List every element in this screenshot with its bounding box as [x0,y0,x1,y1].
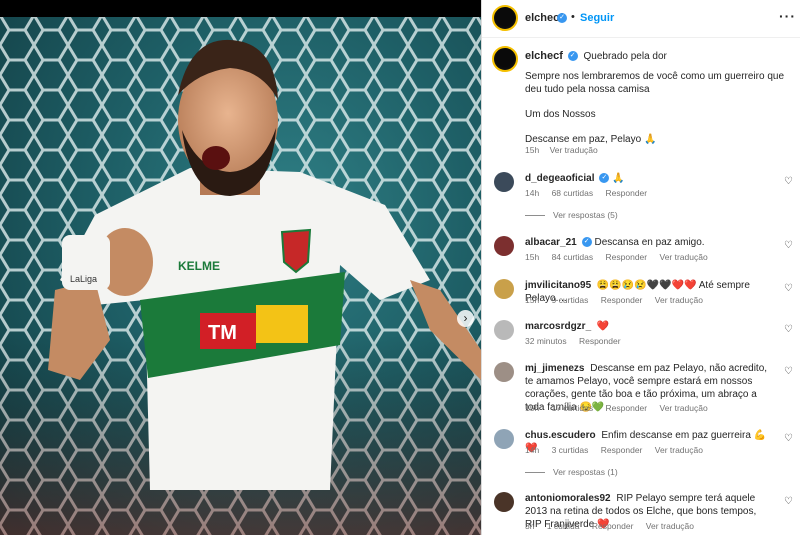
comment-body: Descansa en paz amigo. [594,237,705,248]
like-heart-icon[interactable]: ♡ [784,496,793,507]
comment-text: albacar_21 ✓ Descansa en paz amigo. [525,236,775,249]
reply-button[interactable]: Responder [606,188,648,198]
comment-meta: 15h 9 curtidas Responder Ver tradução [525,295,713,305]
sponsor-text: TM [208,322,237,344]
comment-username[interactable]: albacar_21 [525,237,577,248]
comment-username[interactable]: antoniomorales92 [525,493,611,504]
post-photo[interactable]: TM KELME LaLiga › [0,0,481,535]
comment-username[interactable]: mj_jimenezs [525,363,584,374]
mouth [202,146,230,170]
reply-button[interactable]: Responder [592,521,634,531]
comment-text: d_degeaoficial ✓ 🙏 [525,172,775,185]
comment-username[interactable]: marcosrdgzr_ [525,321,591,332]
translate-link[interactable]: Ver tradução [660,252,708,262]
comment-text: marcosrdgzr_ ❤️ [525,320,775,333]
more-options-icon[interactable]: ··· [779,8,796,24]
comment-username[interactable]: jmvilicitano95 [525,280,591,291]
like-heart-icon[interactable]: ♡ [784,240,793,251]
verified-icon: ✓ [567,51,578,62]
follow-button[interactable]: Seguir [580,12,614,24]
post-sidebar: elchecf ✓ • Seguir ··· elchecf ✓ Quebrad… [481,0,800,535]
comment-meta: 14h 68 curtidas Responder [525,188,657,198]
view-replies-button[interactable]: Ver respostas (1) [525,467,618,477]
comment-likes[interactable]: 68 curtidas [552,188,594,198]
comment-time[interactable]: 15h [525,252,539,262]
sponsor-yellow [256,305,308,343]
comment-time[interactable]: 15h [525,403,539,413]
view-replies-button[interactable]: Ver respostas (5) [525,210,618,220]
comment-body: 🙏 [612,173,625,184]
comment-likes[interactable]: 1 curtida [547,521,580,531]
like-heart-icon[interactable]: ♡ [784,324,793,335]
sleeve-badge: LaLiga [70,274,97,284]
reply-button[interactable]: Responder [601,445,643,455]
verified-icon: ✓ [599,173,610,184]
next-photo-button[interactable]: › [457,310,474,327]
comment-username[interactable]: chus.escudero [525,430,596,441]
comment-meta: 32 minutos Responder [525,336,631,346]
avatar[interactable] [494,362,514,382]
translate-link[interactable]: Ver tradução [660,403,708,413]
like-heart-icon[interactable]: ♡ [784,283,793,294]
comment-likes[interactable]: 84 curtidas [552,252,594,262]
avatar[interactable] [492,46,518,72]
translate-link[interactable]: Ver tradução [655,295,703,305]
comment-time[interactable]: 14h [525,445,539,455]
comment-meta: 15h 17 curtidas Responder Ver tradução [525,403,718,413]
translate-link[interactable]: Ver tradução [550,145,598,155]
comment-meta: 14h 3 curtidas Responder Ver tradução [525,445,713,455]
comment-likes[interactable]: 9 curtidas [552,295,589,305]
avatar[interactable] [492,5,518,31]
reply-button[interactable]: Responder [579,336,621,346]
reply-button[interactable]: Responder [601,295,643,305]
comment-meta: 15h 84 curtidas Responder Ver tradução [525,252,718,262]
avatar[interactable] [494,492,514,512]
avatar[interactable] [494,172,514,192]
translate-link[interactable]: Ver tradução [646,521,694,531]
reply-button[interactable]: Responder [606,252,648,262]
comment-likes[interactable]: 17 curtidas [552,403,594,413]
caption-meta: 15h Ver tradução [525,145,606,155]
comment-meta: 3h 1 curtida Responder Ver tradução [525,521,704,531]
caption-first-line: elchecf ✓ Quebrado pela dor [525,50,667,62]
avatar[interactable] [494,320,514,340]
comment-likes[interactable]: 3 curtidas [552,445,589,455]
caption-time[interactable]: 15h [525,145,539,155]
photo-illustration: TM KELME LaLiga [0,0,481,535]
photo-top-bar [0,0,481,17]
reply-button[interactable]: Responder [606,403,648,413]
caption-paragraph: Um dos Nossos [525,109,596,120]
avatar[interactable] [494,429,514,449]
comment-time[interactable]: 14h [525,188,539,198]
comment-time[interactable]: 3h [525,521,534,531]
post-header: elchecf ✓ • Seguir ··· [482,0,800,38]
comment-time[interactable]: 32 minutos [525,336,567,346]
comment-body: ❤️ [596,321,610,332]
caption-username[interactable]: elchecf [525,50,563,62]
verified-icon: ✓ [581,237,592,248]
comment-time[interactable]: 15h [525,295,539,305]
caption-first-text: Quebrado pela dor [583,51,667,62]
caption-paragraph: Sempre nos lembraremos de você como um g… [525,71,785,95]
kelme-text: KELME [178,259,220,273]
separator-dot: • [571,11,575,23]
comment-username[interactable]: d_degeaoficial [525,173,594,184]
avatar[interactable] [494,279,514,299]
like-heart-icon[interactable]: ♡ [784,176,793,187]
like-heart-icon[interactable]: ♡ [784,366,793,377]
translate-link[interactable]: Ver tradução [655,445,703,455]
like-heart-icon[interactable]: ♡ [784,433,793,444]
avatar[interactable] [494,236,514,256]
verified-icon: ✓ [557,13,567,23]
